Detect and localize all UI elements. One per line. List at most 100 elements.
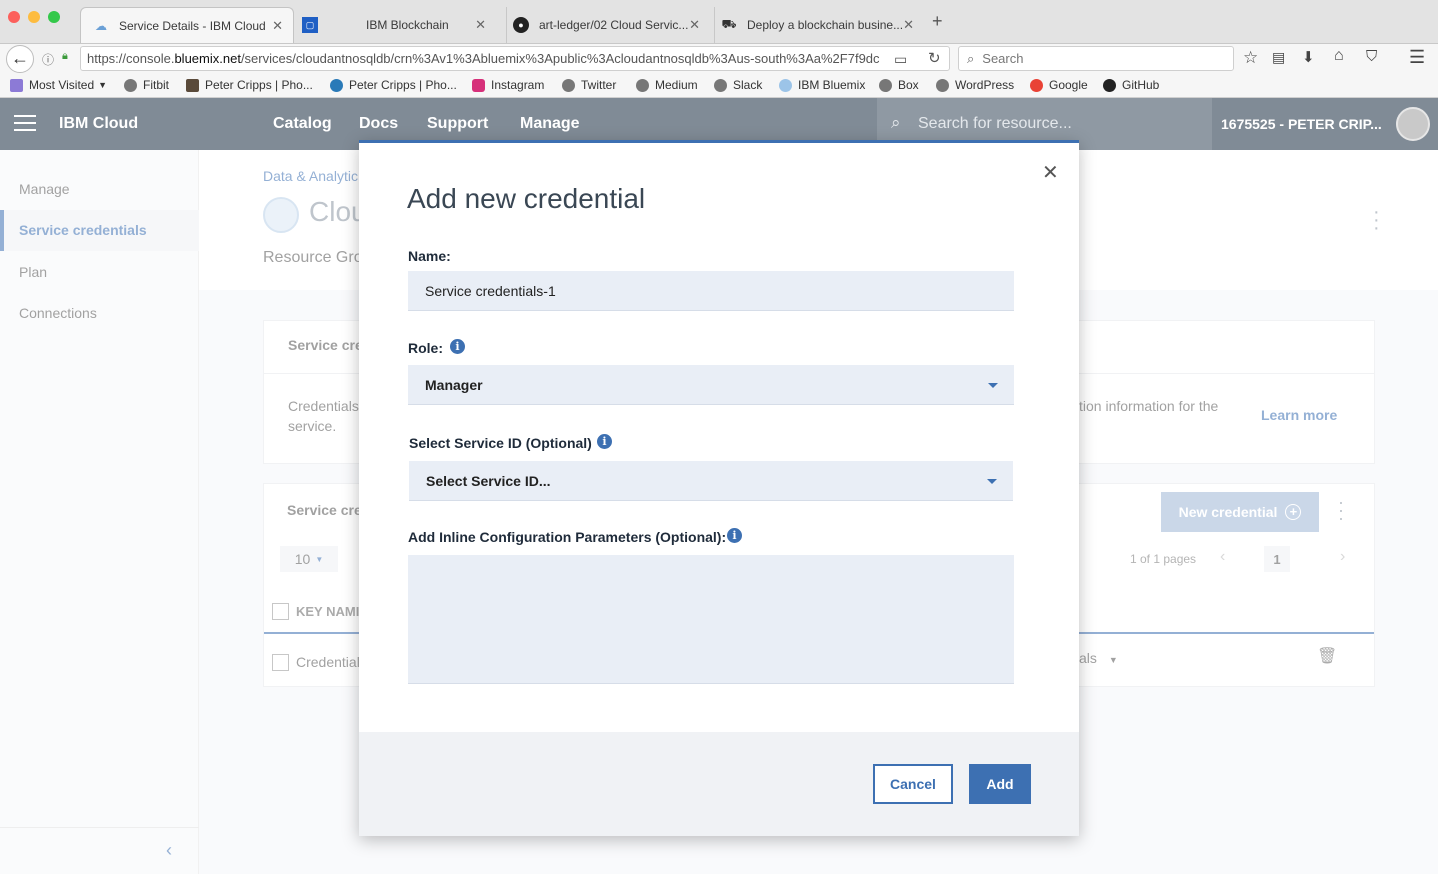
bookmark-google[interactable]: Google xyxy=(1030,78,1088,92)
chevron-down-icon: ▼ xyxy=(98,80,108,90)
maximize-window-icon[interactable] xyxy=(48,11,60,23)
search-icon: ⌕ xyxy=(891,113,901,132)
globe-icon xyxy=(124,78,137,92)
bookmark-label: Instagram xyxy=(491,78,545,92)
browser-nav-bar: ← ⓘ 🔒︎ https://console. bluemix.net/servi… xyxy=(0,44,1438,74)
menu-icon[interactable]: ☰ xyxy=(1409,47,1425,68)
info-icon[interactable]: i xyxy=(727,528,742,543)
close-window-icon[interactable] xyxy=(8,11,20,23)
tab-title: Service Details - IBM Cloud xyxy=(119,18,266,33)
bookmark-peter-cripps-1[interactable]: Peter Cripps | Pho... xyxy=(186,78,313,92)
bookmark-label: Medium xyxy=(655,78,698,92)
bookmark-slack[interactable]: Slack xyxy=(714,78,762,92)
bookmark-label: Fitbit xyxy=(143,78,170,92)
tab-title: IBM Blockchain xyxy=(366,18,449,32)
bookmark-label: WordPress xyxy=(955,78,1015,92)
bookmark-twitter[interactable]: Twitter xyxy=(562,78,616,92)
name-value: Service credentials-1 xyxy=(425,283,556,299)
add-credential-modal: ✕ Add new credential Name: Service crede… xyxy=(359,140,1079,836)
github-icon: ● xyxy=(513,17,529,33)
folder-icon xyxy=(10,78,23,92)
hamburger-menu-icon[interactable] xyxy=(14,115,36,131)
browser-search-field[interactable]: ⌕ Search xyxy=(958,46,1234,71)
reload-icon[interactable]: ↻ xyxy=(928,49,941,67)
bookmark-label: Google xyxy=(1049,78,1088,92)
wordpress-icon xyxy=(330,78,343,92)
params-textarea[interactable] xyxy=(408,555,1014,684)
globe-icon xyxy=(562,78,575,92)
modal-title: Add new credential xyxy=(407,183,646,214)
nav-catalog[interactable]: Catalog xyxy=(273,115,332,133)
search-placeholder: Search xyxy=(982,51,1024,66)
bookmark-medium[interactable]: Medium xyxy=(636,78,698,92)
nav-support[interactable]: Support xyxy=(427,115,488,133)
avatar[interactable] xyxy=(1396,107,1430,141)
reader-view-icon[interactable]: ▭ xyxy=(894,51,907,68)
home-icon[interactable]: ⌂ xyxy=(1334,47,1344,65)
browser-tab-art-ledger[interactable]: ● art-ledger/02 Cloud Servic... ✕ xyxy=(506,7,710,43)
bookmark-peter-cripps-2[interactable]: Peter Cripps | Pho... xyxy=(330,78,457,92)
account-switcher[interactable]: 1675525 - PETER CRIP... xyxy=(1221,116,1382,132)
bookmark-label: Peter Cripps | Pho... xyxy=(205,78,313,92)
name-field[interactable]: Service credentials-1 xyxy=(408,271,1014,311)
url-domain: bluemix.net xyxy=(174,51,241,66)
google-icon xyxy=(1030,78,1043,92)
info-icon[interactable]: i xyxy=(450,339,465,354)
browser-tab-service-details[interactable]: ☁ Service Details - IBM Cloud ✕ xyxy=(80,7,294,43)
role-label: Role: xyxy=(408,340,443,356)
bookmark-ibm-bluemix[interactable]: IBM Bluemix xyxy=(779,78,865,92)
close-tab-icon[interactable]: ✕ xyxy=(272,18,283,34)
minimize-window-icon[interactable] xyxy=(28,11,40,23)
deploy-icon: ⛟ xyxy=(721,17,737,31)
tab-title: Deploy a blockchain busine... xyxy=(747,18,904,32)
browser-tab-ibm-blockchain[interactable]: ▢ IBM Blockchain ✕ xyxy=(296,7,496,43)
bookmark-fitbit[interactable]: Fitbit xyxy=(124,78,169,92)
back-arrow-icon[interactable]: ← xyxy=(6,45,34,73)
bookmarks-bar: Most Visited ▼ Fitbit Peter Cripps | Pho.… xyxy=(0,74,1438,98)
download-icon[interactable]: ⬇ xyxy=(1302,48,1315,66)
role-select[interactable]: Manager xyxy=(408,365,1014,405)
globe-icon xyxy=(936,78,949,92)
bookmark-label: Twitter xyxy=(581,78,617,92)
pocket-icon[interactable]: ⛉ xyxy=(1366,48,1377,65)
info-icon[interactable]: i xyxy=(597,434,612,449)
blockchain-icon: ▢ xyxy=(302,17,318,33)
service-id-select[interactable]: Select Service ID... xyxy=(409,461,1013,501)
close-tab-icon[interactable]: ✕ xyxy=(903,17,914,33)
instagram-icon xyxy=(472,78,485,92)
close-icon[interactable]: ✕ xyxy=(1042,160,1059,185)
cancel-button[interactable]: Cancel xyxy=(873,764,953,804)
close-tab-icon[interactable]: ✕ xyxy=(689,17,700,33)
bookmark-label: Box xyxy=(898,78,919,92)
bookmark-label: IBM Bluemix xyxy=(798,78,866,92)
browser-tab-deploy[interactable]: ⛟ Deploy a blockchain busine... ✕ xyxy=(714,7,924,43)
nav-manage[interactable]: Manage xyxy=(520,115,580,133)
bookmarks-list-icon[interactable]: ▤ xyxy=(1272,49,1285,66)
browser-tab-strip: ☁ Service Details - IBM Cloud ✕ ▢ IBM Bl… xyxy=(0,0,1438,44)
globe-icon xyxy=(879,78,892,92)
nav-docs[interactable]: Docs xyxy=(359,115,398,133)
url-path: /services/cloudantnosqldb/crn%3Av1%3Ablu… xyxy=(240,51,880,66)
github-icon xyxy=(1103,78,1116,92)
search-icon: ⌕ xyxy=(967,50,975,66)
new-tab-icon[interactable]: + xyxy=(932,11,943,32)
role-value: Manager xyxy=(425,377,483,393)
url-bar[interactable]: https://console. bluemix.net/services/clo… xyxy=(80,46,950,71)
photo-icon xyxy=(186,78,199,92)
service-id-value: Select Service ID... xyxy=(426,473,551,489)
bookmark-box[interactable]: Box xyxy=(879,78,919,92)
add-button[interactable]: Add xyxy=(969,764,1031,804)
bookmark-label: Slack xyxy=(733,78,763,92)
bookmark-github[interactable]: GitHub xyxy=(1103,78,1159,92)
bookmark-label: GitHub xyxy=(1122,78,1160,92)
bookmark-most-visited[interactable]: Most Visited ▼ xyxy=(10,78,107,92)
bookmark-star-icon[interactable]: ☆ xyxy=(1243,48,1258,68)
close-tab-icon[interactable]: ✕ xyxy=(475,17,486,33)
bookmark-wordpress[interactable]: WordPress xyxy=(936,78,1014,92)
bookmark-instagram[interactable]: Instagram xyxy=(472,78,544,92)
bookmark-label: Peter Cripps | Pho... xyxy=(349,78,457,92)
info-icon[interactable]: ⓘ xyxy=(42,51,54,68)
brand-title[interactable]: IBM Cloud xyxy=(59,115,138,133)
tab-title: art-ledger/02 Cloud Servic... xyxy=(539,18,689,32)
cloud-icon: ☁ xyxy=(95,18,107,33)
